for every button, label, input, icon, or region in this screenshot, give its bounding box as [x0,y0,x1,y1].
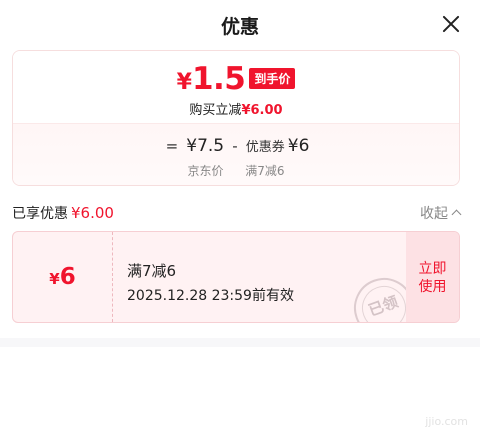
instant-reduce-amount: ¥6.00 [241,103,283,118]
coupon-value: 6 [59,264,76,290]
coupon-rule-label: 满7减6 [245,164,285,178]
sheet-title: 优惠 [220,16,259,38]
section-divider [0,338,480,347]
close-icon[interactable] [442,15,460,33]
enjoyed-amount: ¥6.00 [71,204,114,222]
final-price-section: ¥1.5 到手价 购买立减¥6.00 [13,51,459,123]
collapse-button[interactable]: 收起 [420,203,462,223]
equals-sign: = [165,137,179,155]
chevron-up-icon [451,209,462,220]
final-price-line: ¥1.5 到手价 [13,61,459,97]
coupon-deduction: ¥6 [287,136,310,156]
formula-labels: 京东价 满7减6 [13,162,459,179]
coupon-amount: ¥6 [13,264,112,290]
price-formula: = ¥7.5 - 优惠券 ¥6 [13,136,459,156]
final-price: 1.5 [191,61,246,97]
instant-reduce-label: 购买立减 [189,103,242,118]
watermark: jjio.com [425,415,468,428]
coupon-info: 满7减6 2025.12.28 23:59前有效 [127,260,294,305]
use-now-label: 立即 使用 [406,260,459,296]
instant-reduce-line: 购买立减¥6.00 [13,99,459,118]
coupon-value-section: ¥6 [13,232,113,322]
final-price-tag: 到手价 [249,68,296,89]
coupon-validity: 2025.12.28 23:59前有效 [127,288,294,304]
base-price-label: 京东价 [187,164,224,178]
base-price: ¥7.5 [186,136,225,156]
enjoyed-discount-row: 已享优惠 ¥6.00 收起 [12,202,462,223]
use-now-line2: 使用 [418,279,447,295]
price-summary-card: ¥1.5 到手价 购买立减¥6.00 = ¥7.5 - 优惠券 ¥6 京东价 满7减… [12,50,460,186]
enjoyed-label: 已享优惠 [12,206,68,222]
use-now-line1: 立即 [418,261,447,277]
enjoyed-discount: 已享优惠 ¥6.00 [12,203,114,223]
final-price-currency: ¥ [176,70,192,95]
coupon-currency: ¥ [49,270,60,288]
use-now-button[interactable]: 立即 使用 [406,232,459,322]
collapse-label: 收起 [420,206,448,222]
sheet-header: 优惠 [0,0,480,50]
coupon-card[interactable]: ¥6 满7减6 2025.12.28 23:59前有效 已领 立即 使用 [12,231,460,323]
price-breakdown: = ¥7.5 - 优惠券 ¥6 京东价 满7减6 [13,123,459,185]
coupon-condition: 满7减6 [127,262,177,280]
minus-sign: - [232,137,238,155]
coupon-label: 优惠券 [245,140,285,155]
discount-sheet: 优惠 ¥1.5 到手价 购买立减¥6.00 = ¥7.5 - 优惠券 ¥6 京东价 … [0,0,480,436]
